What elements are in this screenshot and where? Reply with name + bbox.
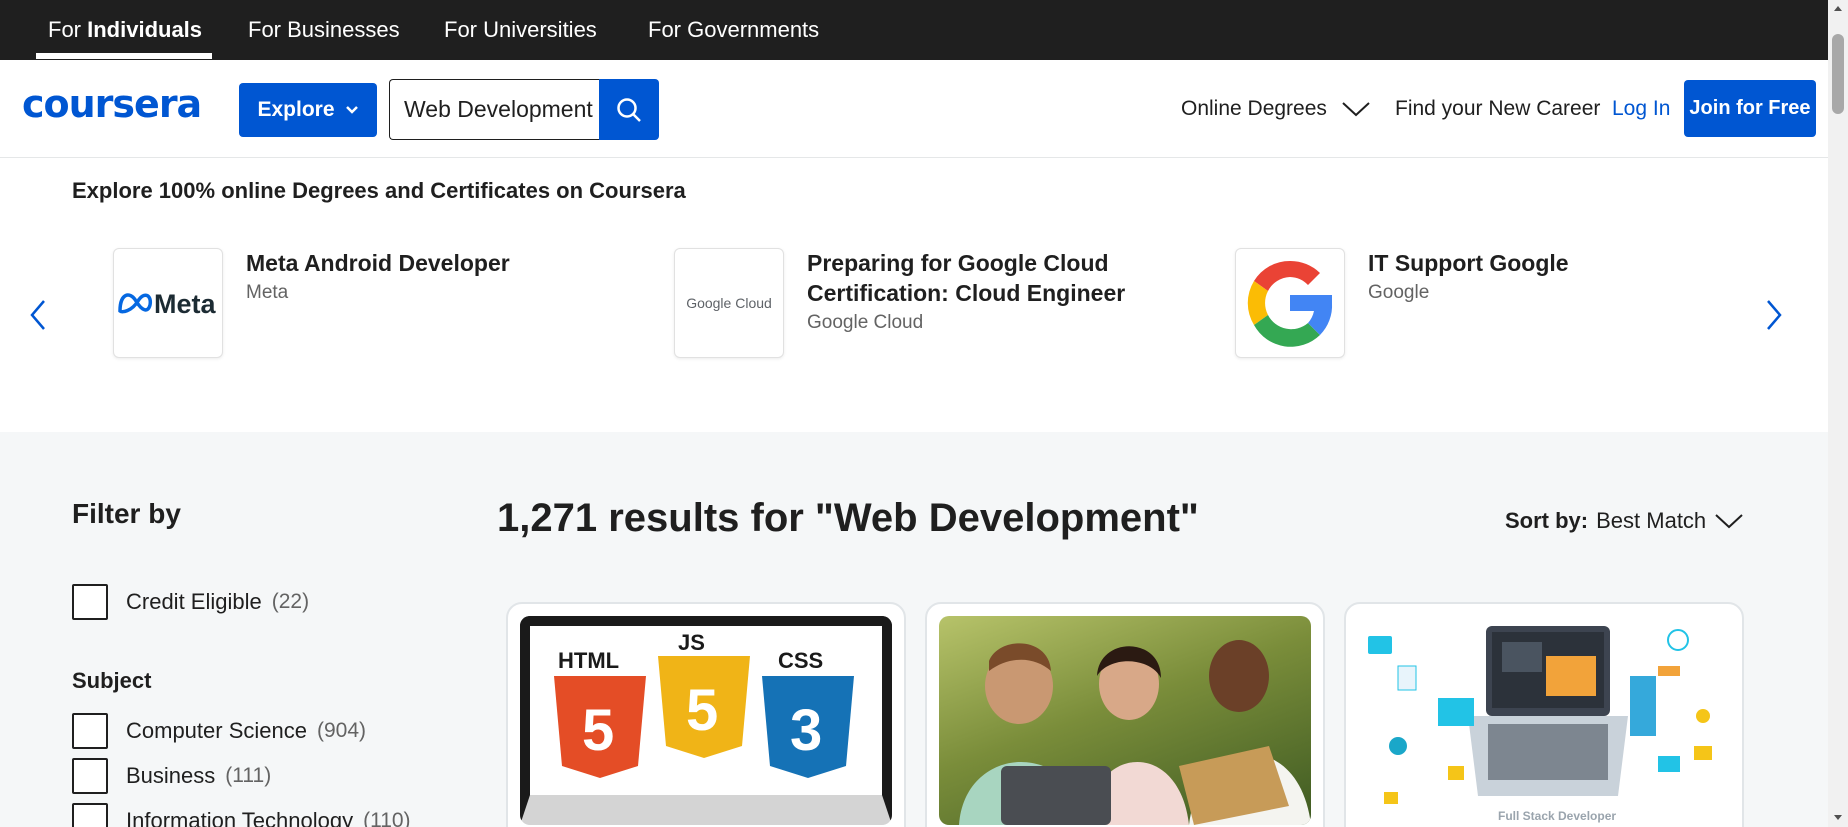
- promo-name: Preparing for Google Cloud Certification…: [807, 250, 1126, 306]
- search-icon: [617, 97, 641, 122]
- chevron-right-icon: [1767, 300, 1782, 330]
- course-image: [939, 616, 1311, 825]
- promo-title: Explore 100% online Degrees and Certific…: [72, 178, 686, 203]
- filter-label: Business: [126, 763, 216, 788]
- checkbox[interactable]: [72, 713, 108, 749]
- svg-text:HTML: HTML: [558, 648, 619, 673]
- promo-name: IT Support Google: [1368, 250, 1569, 276]
- find-career-link[interactable]: Find your New Career: [1395, 60, 1600, 158]
- scroll-up-icon[interactable]: [1833, 4, 1843, 12]
- filter-label: Information Technology: [126, 808, 354, 827]
- promo-partner: Google Cloud: [807, 312, 924, 333]
- promo-carousel: Explore 100% online Degrees and Certific…: [0, 158, 1828, 432]
- filter-credit-eligible[interactable]: Credit Eligible (22): [72, 584, 309, 620]
- svg-text:Full Stack Developer: Full Stack Developer: [1498, 809, 1616, 823]
- login-link[interactable]: Log In: [1612, 60, 1670, 158]
- google-cloud-logo: Google Cloud: [674, 248, 784, 358]
- promo-partner: Google: [1368, 282, 1430, 303]
- active-tab-indicator: [36, 53, 212, 59]
- tab-universities[interactable]: For Universities: [444, 0, 597, 60]
- search-input[interactable]: Web Development: [389, 79, 599, 140]
- course-image: HTML JS CSS 5 5 3: [520, 616, 892, 825]
- result-card[interactable]: [925, 602, 1325, 827]
- checkbox[interactable]: [72, 803, 108, 827]
- promo-card-meta[interactable]: Meta Meta Android Developer Meta: [113, 248, 593, 358]
- svg-text:Meta: Meta: [154, 289, 216, 319]
- filter-count: (904): [316, 719, 367, 742]
- filter-label: Credit Eligible: [126, 589, 262, 614]
- chevron-down-icon: [1342, 102, 1370, 117]
- course-image: Full Stack Developer: [1358, 616, 1730, 825]
- search-results-area: Filter by Credit Eligible (22) Subject C…: [0, 432, 1828, 827]
- google-logo: [1235, 248, 1345, 358]
- scroll-down-icon[interactable]: [1833, 814, 1843, 822]
- explore-label: Explore: [257, 98, 335, 121]
- online-degrees-label: Online Degrees: [1181, 97, 1327, 120]
- checkbox[interactable]: [72, 584, 108, 620]
- chevron-left-icon: [30, 300, 45, 330]
- filter-title: Filter by: [72, 498, 181, 529]
- scroll-thumb[interactable]: [1832, 34, 1844, 114]
- promo-partner: Meta: [246, 282, 289, 303]
- filter-count: (22): [271, 590, 310, 613]
- result-card[interactable]: Full Stack Developer: [1344, 602, 1744, 827]
- filter-computer-science[interactable]: Computer Science (904): [72, 713, 366, 749]
- promo-card-google-it[interactable]: IT Support Google Google: [1235, 248, 1715, 358]
- tab-governments[interactable]: For Governments: [648, 0, 819, 60]
- join-for-free-button[interactable]: Join for Free: [1684, 80, 1816, 137]
- coursera-logo[interactable]: coursera: [22, 82, 202, 126]
- sort-label: Sort by:: [1505, 508, 1589, 533]
- filter-business[interactable]: Business (111): [72, 758, 271, 794]
- page-scrollbar[interactable]: [1828, 0, 1848, 827]
- subject-filter-title: Subject: [72, 668, 152, 693]
- online-degrees-menu[interactable]: Online Degrees: [1181, 60, 1371, 158]
- filter-count: (110): [363, 809, 411, 827]
- explore-button[interactable]: Explore: [239, 83, 377, 137]
- svg-text:JS: JS: [678, 630, 705, 655]
- tab-businesses[interactable]: For Businesses: [248, 0, 400, 60]
- filter-count: (111): [225, 764, 272, 787]
- svg-text:5: 5: [582, 698, 614, 763]
- svg-text:CSS: CSS: [778, 648, 823, 673]
- svg-text:3: 3: [790, 698, 822, 763]
- checkbox[interactable]: [72, 758, 108, 794]
- svg-text:5: 5: [686, 678, 718, 743]
- sort-by-dropdown[interactable]: Sort by: Best Match: [1505, 508, 1744, 534]
- promo-name: Meta Android Developer: [246, 250, 510, 276]
- results-title: 1,271 results for "Web Development": [497, 496, 1199, 540]
- promo-card-google-cloud[interactable]: Google Cloud Preparing for Google Cloud …: [674, 248, 1154, 358]
- filter-information-technology[interactable]: Information Technology (110): [72, 803, 411, 827]
- carousel-next-button[interactable]: [1764, 298, 1784, 337]
- audience-bar: For Individuals For Businesses For Unive…: [0, 0, 1828, 60]
- meta-logo: Meta: [113, 248, 223, 358]
- sort-value: Best Match: [1596, 508, 1707, 533]
- carousel-prev-button[interactable]: [28, 298, 48, 337]
- tab-individuals[interactable]: For Individuals: [48, 0, 202, 60]
- result-card[interactable]: HTML JS CSS 5 5 3: [506, 602, 906, 827]
- chevron-down-icon: [1715, 514, 1743, 529]
- search-button[interactable]: [599, 79, 659, 140]
- site-header: coursera Explore Web Development Online …: [0, 60, 1828, 158]
- chevron-down-icon: [345, 106, 358, 114]
- filter-label: Computer Science: [126, 718, 307, 743]
